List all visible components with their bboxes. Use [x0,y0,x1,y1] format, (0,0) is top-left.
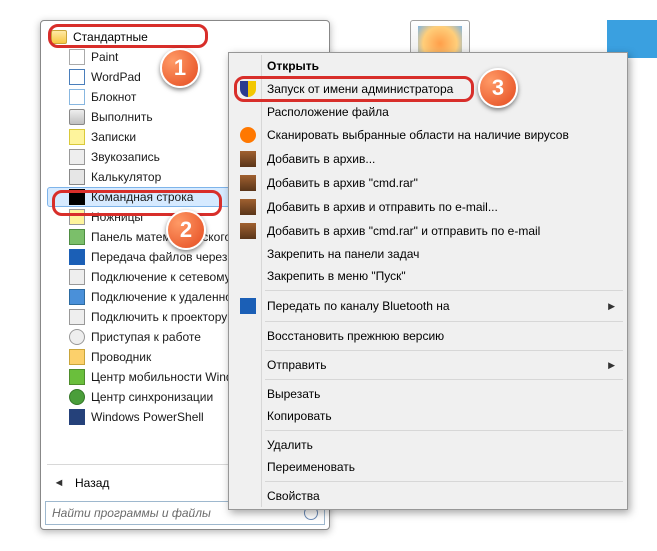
wordpad-icon [69,69,85,85]
notepad-icon [69,89,85,105]
ctx-bluetooth[interactable]: Передать по каналу Bluetooth на [231,294,625,318]
motherboard-icon [69,229,85,245]
cmd-icon [69,189,85,205]
gear-icon [69,329,85,345]
ctx-archive-cmd[interactable]: Добавить в архив "cmd.rar" [231,171,625,195]
badge-3: 3 [478,68,518,108]
ctx-archive-cmd-email[interactable]: Добавить в архив "cmd.rar" и отправить п… [231,219,625,243]
folder-label: Стандартные [73,30,148,44]
ctx-archive-email[interactable]: Добавить в архив и отправить по e-mail..… [231,195,625,219]
program-label: Блокнот [91,90,136,104]
badge-2: 2 [166,210,206,250]
ps-icon [69,409,85,425]
winrar-icon [240,199,256,215]
program-label: Выполнить [91,110,153,124]
ctx-run-as-admin[interactable]: Запуск от имени администратора [231,77,625,101]
paint-icon [69,49,85,65]
ctx-file-location[interactable]: Расположение файла [231,101,625,123]
program-label: Paint [91,50,118,64]
badge-1: 1 [160,48,200,88]
winrar-icon [240,175,256,191]
program-label: Калькулятор [91,170,161,184]
ctx-cut[interactable]: Вырезать [231,383,625,405]
program-label: WordPad [91,70,141,84]
folder-icon [51,30,67,44]
run-icon [69,109,85,125]
net-icon [69,269,85,285]
calc-icon [69,169,85,185]
program-label: Ножницы [91,210,143,224]
program-label: Звукозапись [91,150,160,164]
winrar-icon [240,151,256,167]
winrar-icon [240,223,256,239]
ctx-properties[interactable]: Свойства [231,485,625,507]
ctx-pin-start[interactable]: Закрепить в меню "Пуск" [231,265,625,287]
ctx-rename[interactable]: Переименовать [231,456,625,478]
program-label: Подключить к проектору [91,310,227,324]
sound-icon [69,149,85,165]
ctx-copy[interactable]: Копировать [231,405,625,427]
program-label: Записки [91,130,136,144]
program-label: Приступая к работе [91,330,201,344]
shield-icon [240,81,256,97]
green-icon [69,369,85,385]
ctx-pin-taskbar[interactable]: Закрепить на панели задач [231,243,625,265]
context-menu: Открыть Запуск от имени администратора Р… [228,52,628,510]
program-label: Windows PowerShell [91,410,204,424]
explorer-icon [69,349,85,365]
ctx-scan[interactable]: Сканировать выбранные области на наличие… [231,123,625,147]
avast-icon [240,127,256,143]
projector-icon [69,309,85,325]
ctx-sendto[interactable]: Отправить [231,354,625,376]
program-label: Проводник [91,350,151,364]
rdp-icon [69,289,85,305]
ctx-archive[interactable]: Добавить в архив... [231,147,625,171]
program-label: Центр синхронизации [91,390,213,404]
clipboard-icon [69,209,85,225]
ctx-open[interactable]: Открыть [231,55,625,77]
program-label: Командная строка [91,190,193,204]
ctx-delete[interactable]: Удалить [231,434,625,456]
bt-icon [69,249,85,265]
back-label: Назад [75,476,109,490]
folder-standard[interactable]: Стандартные [47,27,323,47]
bluetooth-icon [240,298,256,314]
sync-icon [69,389,85,405]
search-placeholder: Найти программы и файлы [52,506,211,520]
notes-icon [69,129,85,145]
back-icon: ◄ [51,475,67,491]
ctx-restore[interactable]: Восстановить прежнюю версию [231,325,625,347]
